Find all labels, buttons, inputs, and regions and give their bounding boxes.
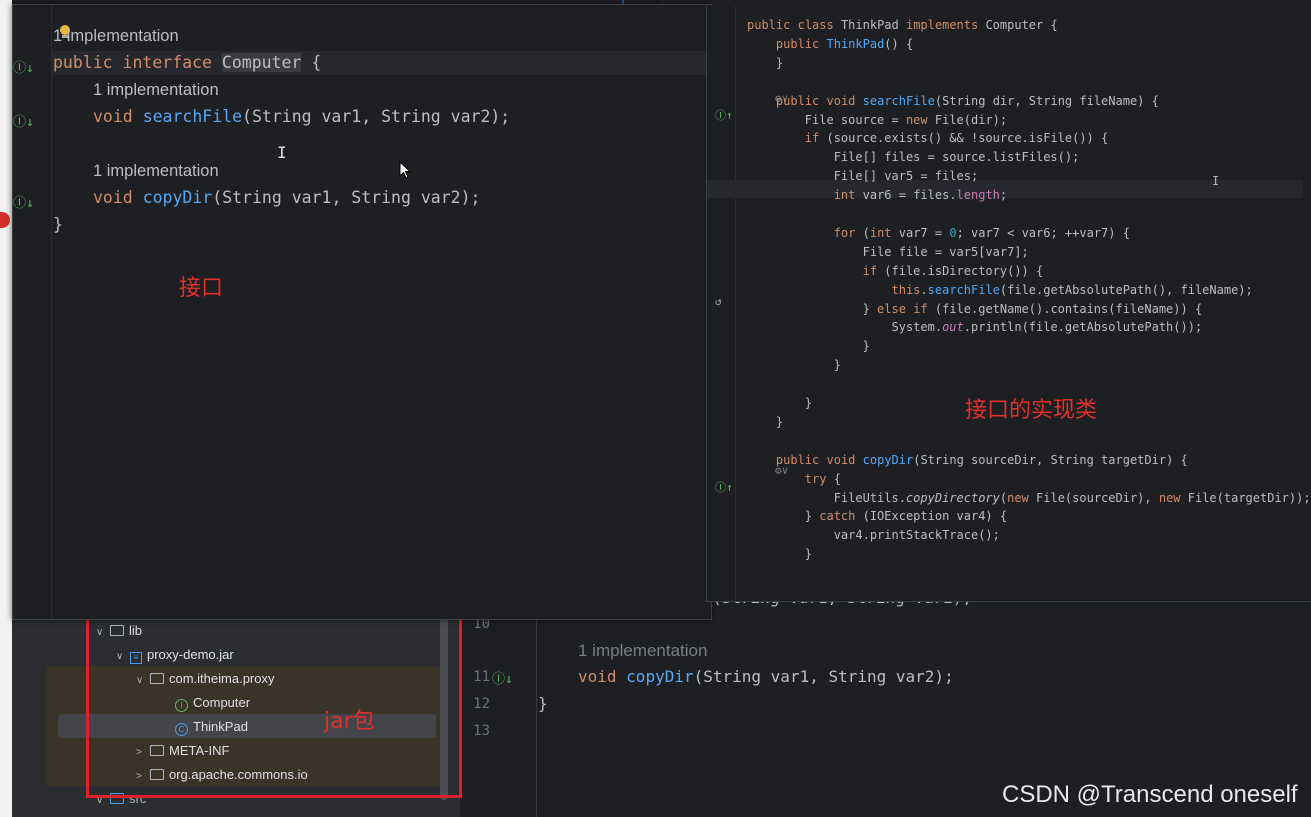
editor-gutter: Ⓘ↓ Ⓘ↓ Ⓘ↓	[13, 5, 52, 619]
implemented-gutter-icon[interactable]: Ⓘ↓	[492, 668, 513, 687]
code-line: try {	[804, 471, 841, 486]
background-editor-gutter: 10 11 Ⓘ↓ 12 13	[460, 600, 537, 817]
interface-declaration: public interface Computer {	[53, 53, 322, 72]
code-line: System.out.println(file.getAbsolutePath(…	[747, 320, 1203, 335]
code-line: }	[747, 55, 784, 70]
code-line: } else if (file.getName().contains(fileN…	[747, 301, 1203, 316]
annotation-box	[86, 615, 462, 798]
code-line: public class ThinkPad implements Compute…	[747, 18, 1058, 32]
closing-brace: }	[538, 694, 548, 713]
implementation-hint[interactable]: 1 implementation	[93, 162, 219, 181]
implementation-hint[interactable]: 1 implementation	[578, 641, 707, 661]
jar-annotation-label: jar包	[324, 709, 375, 734]
code-line: public ThinkPad() {	[775, 36, 914, 51]
closing-brace: }	[53, 215, 63, 234]
impl-annotation-label: 接口的实现类	[965, 398, 1098, 423]
code-line: File file = var5[var7];	[747, 244, 1029, 259]
interface-annotation-label: 接口	[179, 276, 224, 301]
watermark: CSDN @Transcend oneself	[1002, 781, 1298, 808]
implemented-gutter-icon[interactable]: Ⓘ↓	[13, 57, 34, 76]
method-searchfile: void searchFile(String var1, String var2…	[93, 107, 511, 126]
breakpoint-icon	[0, 212, 10, 228]
method-copydir: void copyDir(String var1, String var2);	[578, 667, 954, 686]
code-line: for (int var7 = 0; var7 < var6; ++var7) …	[833, 225, 1130, 240]
recursive-call-icon: ↺	[715, 295, 722, 308]
code-line: public void searchFile(String dir, Strin…	[775, 93, 1159, 108]
code-line: } catch (IOException var4) {	[747, 509, 1008, 524]
code-line: }	[747, 547, 813, 562]
code-line: }	[747, 396, 813, 410]
implemented-gutter-icon[interactable]: Ⓘ↓	[13, 111, 34, 130]
code-line: if (source.exists() && !source.isFile())…	[804, 131, 1109, 146]
code-line: if (file.isDirectory()) {	[862, 263, 1044, 278]
implementation-editor-window: Ⓘ↑ ↺ Ⓘ↑ ⚙∨ ⚙∨ I public class ThinkPad im…	[706, 6, 1311, 602]
interface-editor-window: Ⓘ↓ Ⓘ↓ Ⓘ↓ 1 implementation public interfa…	[12, 4, 712, 620]
code-line: }	[747, 358, 841, 373]
code-line: }	[747, 414, 784, 429]
implementation-hint[interactable]: 1 implementation	[93, 81, 219, 100]
line-number: 12	[473, 696, 490, 712]
method-copydir: void copyDir(String var1, String var2);	[93, 188, 481, 207]
code-line: File[] files = source.listFiles();	[747, 150, 1080, 165]
code-line: File source = new File(dir);	[747, 112, 1008, 127]
line-number: 13	[473, 723, 490, 739]
text-cursor-icon: I	[1212, 174, 1220, 188]
code-line: int var6 = files.length;	[833, 188, 1008, 203]
left-window-edge	[0, 0, 12, 817]
code-line: this.searchFile(file.getAbsolutePath(), …	[891, 282, 1253, 297]
implements-gutter-icon[interactable]: Ⓘ↑	[715, 107, 733, 123]
implements-gutter-icon[interactable]: Ⓘ↑	[715, 479, 733, 495]
implementation-hint[interactable]: 1 implementation	[53, 27, 179, 46]
line-number: 11	[473, 669, 490, 685]
text-cursor-icon: I	[277, 143, 287, 162]
code-line: public void copyDir(String sourceDir, St…	[775, 452, 1188, 467]
code-line: File[] var5 = files;	[747, 169, 979, 184]
code-line: FileUtils.copyDirectory(new File(sourceD…	[747, 490, 1311, 505]
editor-scrollbar[interactable]	[1303, 6, 1311, 601]
code-line: }	[747, 339, 870, 354]
implemented-gutter-icon[interactable]: Ⓘ↓	[13, 192, 34, 211]
code-line: var4.printStackTrace();	[747, 528, 1000, 543]
